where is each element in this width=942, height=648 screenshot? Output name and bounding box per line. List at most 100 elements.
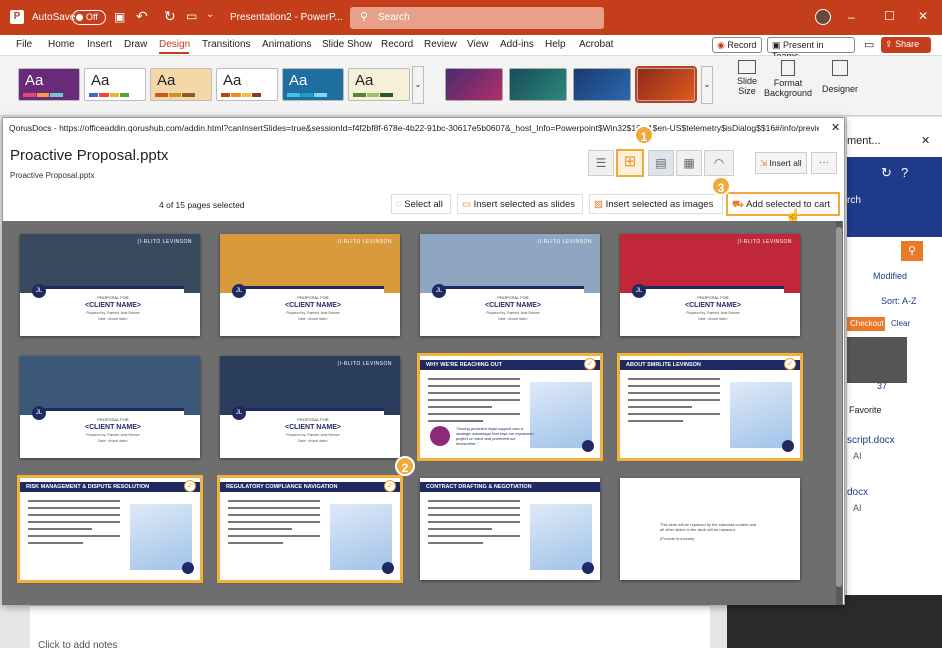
slide-thumbnail-4[interactable]: (I-RLITO LEVINSON PROPOSAL FOR <CLIENT NAM… xyxy=(620,234,800,336)
slide-thumbnail-8[interactable]: ABOUT SMRLITE LEVINSON ✓ xyxy=(617,353,803,461)
user-avatar[interactable] xyxy=(815,9,831,25)
theme-thumbnail-2[interactable]: Aa xyxy=(84,68,146,101)
insert-all-button[interactable]: ⇲ Insert all xyxy=(755,152,807,174)
theme-thumbnail-6[interactable]: Aa xyxy=(348,68,410,101)
customize-chevron-icon[interactable]: ⌄ xyxy=(206,9,214,20)
add-to-cart-button[interactable]: ⛟ Add selected to cart xyxy=(726,192,840,216)
theme-thumbnail-5[interactable]: Aa xyxy=(282,68,344,101)
present-in-teams-button[interactable]: ▣ Present in Teams xyxy=(767,37,855,61)
theme-label: Aa xyxy=(289,72,308,89)
slide-bullets xyxy=(428,500,520,549)
slide-thumbnail-5[interactable]: PROPOSAL FOR <CLIENT NAME> Prepared by: Pa… xyxy=(20,356,200,458)
record-label: Record xyxy=(727,40,757,50)
variant-4[interactable] xyxy=(635,66,697,103)
autosave-toggle[interactable]: Off xyxy=(72,10,106,25)
slide-label: PROPOSAL FOR xyxy=(297,295,329,300)
slide-thumbnail-3[interactable]: (I-RLITO LEVINSON PROPOSAL FOR <CLIENT NAM… xyxy=(420,234,600,336)
theme-thumbnail-1[interactable]: Aa xyxy=(18,68,80,101)
tab-home[interactable]: Home xyxy=(48,39,75,50)
designer-icon xyxy=(832,60,848,76)
redo-icon[interactable]: ↻ xyxy=(164,8,176,25)
select-all-button[interactable]: ◌ Select all xyxy=(391,194,451,214)
view-grid-button[interactable]: ⊞ xyxy=(616,149,644,177)
file-ai-2: AI xyxy=(853,503,862,513)
slide-thumbnail-2[interactable]: (I-RLITO LEVINSON PROPOSAL FOR <CLIENT NAM… xyxy=(220,234,400,336)
undo-icon[interactable]: ↶ xyxy=(136,8,148,25)
start-slideshow-icon[interactable]: ▭ xyxy=(186,9,197,23)
record-button[interactable]: ◉ Record xyxy=(712,37,762,53)
refresh-icon[interactable]: ↻ xyxy=(881,165,892,181)
slide-thumbnail-9[interactable]: RISK MANAGEMENT & DISPUTE RESOLUTION ✓ xyxy=(17,475,203,583)
slide-thumbnail-12[interactable]: This slide will be replaced by the stand… xyxy=(620,478,800,580)
slide-thumbnail-7[interactable]: WHY WE'RE REACHING OUT "Having proactive … xyxy=(417,353,603,461)
save-icon[interactable]: ▣ xyxy=(114,10,125,24)
view-table-button[interactable]: ▦ xyxy=(676,150,702,176)
slide-logo-icon xyxy=(382,562,394,574)
favorite-label[interactable]: Favorite xyxy=(849,405,882,415)
slide-grid: (I-RLITO LEVINSON PROPOSAL FOR <CLIENT NAM… xyxy=(2,221,843,605)
pane-search-tab[interactable]: rch xyxy=(847,195,861,206)
maximize-icon[interactable]: ☐ xyxy=(884,9,895,23)
variant-3[interactable] xyxy=(573,68,631,101)
slide-title-card: PROPOSAL FOR <CLIENT NAME> Prepared by: Pa… xyxy=(642,286,784,330)
slide-thumbnail-6[interactable]: (I-RLITO LEVINSON PROPOSAL FOR <CLIENT NAM… xyxy=(220,356,400,458)
slide-size-label: Slide Size xyxy=(736,76,757,96)
selected-check-icon[interactable]: ✓ xyxy=(584,358,596,370)
slide-client-name: <CLIENT NAME> xyxy=(84,424,141,431)
variant-2[interactable] xyxy=(509,68,567,101)
help-icon[interactable]: ? xyxy=(901,165,908,180)
variants-more-button[interactable]: ⌄ xyxy=(701,66,713,104)
tab-insert[interactable]: Insert xyxy=(87,39,112,50)
notes-area[interactable]: Click to add notes xyxy=(30,605,710,648)
pane-search-button[interactable]: ⚲ xyxy=(901,241,923,261)
tab-view[interactable]: View xyxy=(467,39,489,50)
slide-size-button[interactable]: Slide Size xyxy=(732,60,762,96)
comments-icon[interactable]: ▭ xyxy=(864,38,874,51)
selected-check-icon[interactable]: ✓ xyxy=(384,480,396,492)
insert-slides-button[interactable]: ▭ Insert selected as slides xyxy=(457,194,583,214)
selected-check-icon[interactable]: ✓ xyxy=(184,480,196,492)
tab-file[interactable]: File xyxy=(16,39,32,50)
dialog-close-icon[interactable]: ✕ xyxy=(831,121,840,134)
slide-thumbnail-11[interactable]: CONTRACT DRAFTING & NEGOTIATION xyxy=(420,478,600,580)
close-window-icon[interactable]: ✕ xyxy=(918,9,928,23)
tab-animations[interactable]: Animations xyxy=(262,39,311,50)
more-options-button[interactable]: ··· xyxy=(811,152,837,174)
tab-help[interactable]: Help xyxy=(545,39,566,50)
tab-review[interactable]: Review xyxy=(424,39,457,50)
scrollbar-thumb[interactable] xyxy=(836,227,842,587)
tab-record[interactable]: Record xyxy=(381,39,413,50)
clear-button[interactable]: Clear xyxy=(891,319,910,328)
themes-more-button[interactable]: ⌄ xyxy=(412,66,424,104)
minimize-icon[interactable]: – xyxy=(848,10,855,24)
tab-acrobat[interactable]: Acrobat xyxy=(579,39,613,50)
slide-illustration xyxy=(130,504,192,570)
selected-check-icon[interactable]: ✓ xyxy=(784,358,796,370)
checkout-button[interactable]: Checkout xyxy=(847,317,885,331)
share-button[interactable]: ⇪ Share xyxy=(881,37,931,53)
tab-draw[interactable]: Draw xyxy=(124,39,147,50)
insert-images-button[interactable]: ▨ Insert selected as images xyxy=(589,194,723,214)
file-name-2[interactable]: docx xyxy=(847,487,868,498)
tab-transitions[interactable]: Transitions xyxy=(202,39,251,50)
slide-thumbnail-1[interactable]: (I-RLITO LEVINSON PROPOSAL FOR <CLIENT NAM… xyxy=(20,234,200,336)
theme-thumbnail-3[interactable]: Aa xyxy=(150,68,212,101)
tab-add-ins[interactable]: Add-ins xyxy=(500,39,534,50)
theme-thumbnail-4[interactable]: Aa xyxy=(216,68,278,101)
slide-label: PROPOSAL FOR xyxy=(97,417,129,422)
designer-button[interactable]: Designer xyxy=(822,60,858,94)
file-name-1[interactable]: script.docx xyxy=(847,435,895,446)
view-gauge-button[interactable]: ◠ xyxy=(704,150,734,176)
powerpoint-logo-icon: P xyxy=(10,10,24,24)
slide-thumbnail-10[interactable]: REGULATORY COMPLIANCE NAVIGATION ✓ xyxy=(217,475,403,583)
tab-slide-show[interactable]: Slide Show xyxy=(322,39,372,50)
tab-design[interactable]: Design xyxy=(159,39,190,50)
modified-dropdown[interactable]: Modified xyxy=(873,271,907,281)
view-preview-button[interactable]: ▤ xyxy=(648,150,674,176)
search-box[interactable]: ⚲ Search xyxy=(350,7,604,29)
view-list-button[interactable]: ☰ xyxy=(588,150,614,176)
variant-1[interactable] xyxy=(445,68,503,101)
sort-dropdown[interactable]: Sort: A-Z xyxy=(881,296,917,306)
format-background-button[interactable]: Format Background xyxy=(764,60,812,98)
pane-close-icon[interactable]: ✕ xyxy=(921,134,930,147)
